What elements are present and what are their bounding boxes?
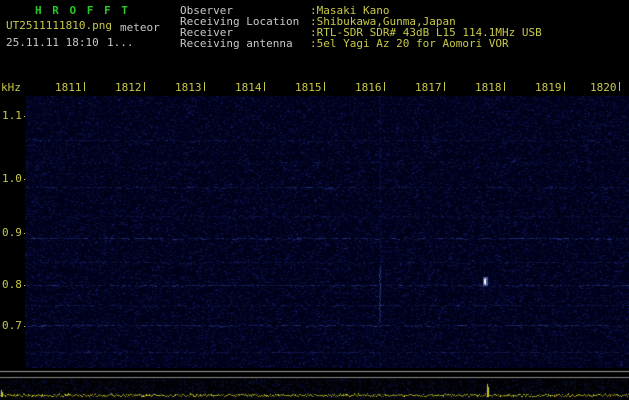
mode-label: meteor: [120, 22, 160, 33]
metadata-label: Receiving antenna: [180, 38, 310, 49]
time-tick-label: 1812: [115, 82, 145, 93]
freq-unit-label: kHz: [1, 82, 21, 93]
metadata-table: Observer:Masaki KanoReceiving Location:S…: [180, 5, 542, 49]
progress-dots: 1...: [107, 37, 134, 48]
time-tick-label: 1813: [175, 82, 205, 93]
time-tick-label: 1817: [415, 82, 445, 93]
time-tick-label: 1814: [235, 82, 265, 93]
time-tick-label: 1819: [535, 82, 565, 93]
time-tick-label: 1815: [295, 82, 325, 93]
metadata-value: :5el Yagi Az 20 for Aomori VOR: [310, 37, 509, 50]
time-tick-label: 1811: [55, 82, 85, 93]
app-title: H R O F F T: [35, 5, 130, 16]
output-filename: UT2511111810.png: [6, 20, 112, 31]
level-strip-canvas: [0, 370, 629, 400]
hrofft-window: H R O F F T UT2511111810.png meteor 25.1…: [0, 0, 629, 400]
time-tick-label: 1820: [590, 82, 620, 93]
metadata-row: Receiving antenna:5el Yagi Az 20 for Aom…: [180, 38, 542, 49]
time-tick-label: 1816: [355, 82, 385, 93]
datetime-label: 25.11.11 18:10: [6, 37, 99, 48]
spectrogram-canvas: [25, 96, 629, 368]
time-tick-label: 1818: [475, 82, 505, 93]
